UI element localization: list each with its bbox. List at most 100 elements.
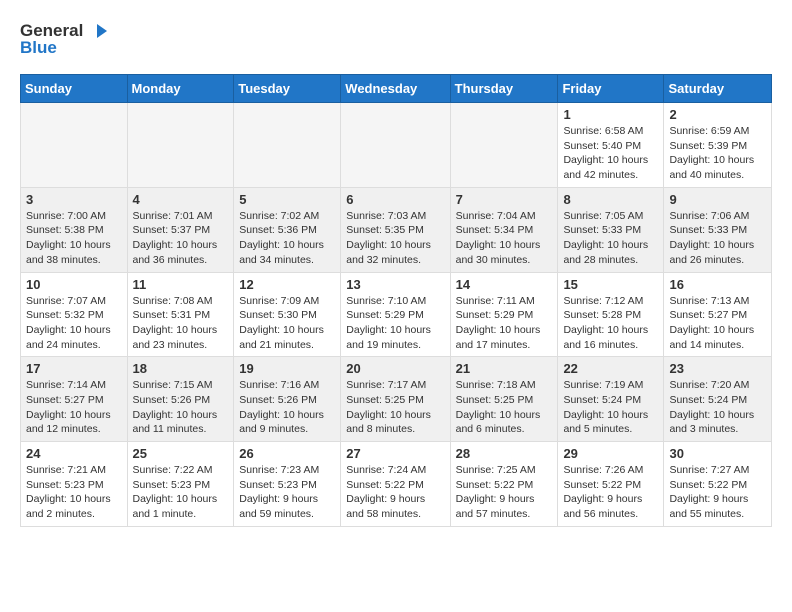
day-info: Sunrise: 7:15 AM Sunset: 5:26 PM Dayligh… — [133, 378, 229, 437]
day-info: Sunrise: 7:06 AM Sunset: 5:33 PM Dayligh… — [669, 209, 766, 268]
calendar-cell: 11Sunrise: 7:08 AM Sunset: 5:31 PM Dayli… — [127, 272, 234, 357]
day-number: 12 — [239, 277, 335, 292]
day-info: Sunrise: 7:26 AM Sunset: 5:22 PM Dayligh… — [563, 463, 658, 522]
day-number: 30 — [669, 446, 766, 461]
day-number: 8 — [563, 192, 658, 207]
calendar-cell: 12 Sunrise: 7:09 AM Sunset: 5:30 PM Dayli… — [234, 272, 341, 357]
day-info: Sunrise: 7:16 AM Sunset: 5:26 PM Dayligh… — [239, 378, 335, 437]
day-info: Sunrise: 7:22 AM Sunset: 5:23 PM Dayligh… — [133, 463, 229, 522]
day-number: 1 — [563, 107, 658, 122]
day-number: 2 — [669, 107, 766, 122]
weekday-header-friday: Friday — [558, 75, 664, 103]
day-info: Sunrise: 7:18 AM Sunset: 5:25 PM Dayligh… — [456, 378, 553, 437]
calendar-cell: 19 Sunrise: 7:16 AM Sunset: 5:26 PM Dayli… — [234, 357, 341, 442]
day-number: 27 — [346, 446, 444, 461]
calendar-cell — [450, 103, 558, 188]
calendar-cell: 26 Sunrise: 7:23 AM Sunset: 5:23 PM Dayli… — [234, 442, 341, 527]
calendar-cell: 21 Sunrise: 7:18 AM Sunset: 5:25 PM Dayli… — [450, 357, 558, 442]
day-info: Sunrise: 7:13 AM Sunset: 5:27 PM Dayligh… — [669, 294, 766, 353]
day-info: Sunrise: 7:21 AM Sunset: 5:23 PM Dayligh… — [26, 463, 122, 522]
day-number: 17 — [26, 361, 122, 376]
day-number: 6 — [346, 192, 444, 207]
calendar-header-row: SundayMondayTuesdayWednesdayThursdayFrid… — [21, 75, 772, 103]
day-info: Sunrise: 6:58 AM Sunset: 5:40 PM Dayligh… — [563, 124, 658, 183]
calendar-cell: 25 Sunrise: 7:22 AM Sunset: 5:23 PM Dayli… — [127, 442, 234, 527]
day-number: 25 — [133, 446, 229, 461]
calendar-cell: 30 Sunrise: 7:27 AM Sunset: 5:22 PM Dayli… — [664, 442, 772, 527]
calendar-cell: 5 Sunrise: 7:02 AM Sunset: 5:36 PM Daylig… — [234, 187, 341, 272]
day-number: 3 — [26, 192, 122, 207]
calendar-cell: 23 Sunrise: 7:20 AM Sunset: 5:24 PM Dayli… — [664, 357, 772, 442]
day-info: Sunrise: 7:03 AM Sunset: 5:35 PM Dayligh… — [346, 209, 444, 268]
day-number: 7 — [456, 192, 553, 207]
calendar-cell: 18 Sunrise: 7:15 AM Sunset: 5:26 PM Dayli… — [127, 357, 234, 442]
day-info: Sunrise: 7:25 AM Sunset: 5:22 PM Dayligh… — [456, 463, 553, 522]
day-number: 19 — [239, 361, 335, 376]
calendar-cell — [234, 103, 341, 188]
day-info: Sunrise: 7:12 AM Sunset: 5:28 PM Dayligh… — [563, 294, 658, 353]
calendar-cell: 29 Sunrise: 7:26 AM Sunset: 5:22 PM Dayli… — [558, 442, 664, 527]
day-number: 24 — [26, 446, 122, 461]
day-info: Sunrise: 7:19 AM Sunset: 5:24 PM Dayligh… — [563, 378, 658, 437]
day-number: 5 — [239, 192, 335, 207]
calendar-cell — [127, 103, 234, 188]
weekday-header-thursday: Thursday — [450, 75, 558, 103]
weekday-header-wednesday: Wednesday — [341, 75, 450, 103]
day-info: Sunrise: 6:59 AM Sunset: 5:39 PM Dayligh… — [669, 124, 766, 183]
calendar-cell: 4 Sunrise: 7:01 AM Sunset: 5:37 PM Daylig… — [127, 187, 234, 272]
calendar-week-row: 24 Sunrise: 7:21 AM Sunset: 5:23 PM Dayli… — [21, 442, 772, 527]
day-info: Sunrise: 7:23 AM Sunset: 5:23 PM Dayligh… — [239, 463, 335, 522]
day-number: 10 — [26, 277, 122, 292]
calendar-cell: 6 Sunrise: 7:03 AM Sunset: 5:35 PM Daylig… — [341, 187, 450, 272]
calendar-cell: 20Sunrise: 7:17 AM Sunset: 5:25 PM Dayli… — [341, 357, 450, 442]
day-number: 29 — [563, 446, 658, 461]
day-info: Sunrise: 7:11 AM Sunset: 5:29 PM Dayligh… — [456, 294, 553, 353]
weekday-header-sunday: Sunday — [21, 75, 128, 103]
day-info: Sunrise: 7:02 AM Sunset: 5:36 PM Dayligh… — [239, 209, 335, 268]
day-number: 13 — [346, 277, 444, 292]
weekday-header-saturday: Saturday — [664, 75, 772, 103]
page-header: General Blue — [20, 20, 772, 58]
day-info: Sunrise: 7:14 AM Sunset: 5:27 PM Dayligh… — [26, 378, 122, 437]
calendar-cell: 17 Sunrise: 7:14 AM Sunset: 5:27 PM Dayli… — [21, 357, 128, 442]
day-info: Sunrise: 7:07 AM Sunset: 5:32 PM Dayligh… — [26, 294, 122, 353]
day-info: Sunrise: 7:01 AM Sunset: 5:37 PM Dayligh… — [133, 209, 229, 268]
calendar-week-row: 10 Sunrise: 7:07 AM Sunset: 5:32 PM Dayli… — [21, 272, 772, 357]
logo: General Blue — [20, 20, 107, 58]
calendar-cell: 10 Sunrise: 7:07 AM Sunset: 5:32 PM Dayli… — [21, 272, 128, 357]
calendar-cell — [341, 103, 450, 188]
day-number: 14 — [456, 277, 553, 292]
day-number: 11 — [133, 277, 229, 292]
calendar-cell: 22 Sunrise: 7:19 AM Sunset: 5:24 PM Dayli… — [558, 357, 664, 442]
day-info: Sunrise: 7:24 AM Sunset: 5:22 PM Dayligh… — [346, 463, 444, 522]
day-info: Sunrise: 7:27 AM Sunset: 5:22 PM Dayligh… — [669, 463, 766, 522]
day-number: 22 — [563, 361, 658, 376]
day-info: Sunrise: 7:05 AM Sunset: 5:33 PM Dayligh… — [563, 209, 658, 268]
day-number: 9 — [669, 192, 766, 207]
day-number: 15 — [563, 277, 658, 292]
calendar-cell: 15 Sunrise: 7:12 AM Sunset: 5:28 PM Dayli… — [558, 272, 664, 357]
weekday-header-tuesday: Tuesday — [234, 75, 341, 103]
day-info: Sunrise: 7:17 AM Sunset: 5:25 PM Dayligh… — [346, 378, 444, 437]
day-number: 4 — [133, 192, 229, 207]
day-number: 23 — [669, 361, 766, 376]
day-info: Sunrise: 7:09 AM Sunset: 5:30 PM Dayligh… — [239, 294, 335, 353]
logo-bird-icon — [85, 20, 107, 42]
day-number: 16 — [669, 277, 766, 292]
calendar-cell: 2 Sunrise: 6:59 AM Sunset: 5:39 PM Daylig… — [664, 103, 772, 188]
day-info: Sunrise: 7:20 AM Sunset: 5:24 PM Dayligh… — [669, 378, 766, 437]
calendar-cell: 28Sunrise: 7:25 AM Sunset: 5:22 PM Dayli… — [450, 442, 558, 527]
calendar-cell: 3Sunrise: 7:00 AM Sunset: 5:38 PM Daylig… — [21, 187, 128, 272]
calendar-cell: 24 Sunrise: 7:21 AM Sunset: 5:23 PM Dayli… — [21, 442, 128, 527]
day-number: 21 — [456, 361, 553, 376]
logo-blue: Blue — [20, 38, 57, 58]
day-number: 26 — [239, 446, 335, 461]
day-number: 18 — [133, 361, 229, 376]
calendar-table: SundayMondayTuesdayWednesdayThursdayFrid… — [20, 74, 772, 527]
calendar-cell: 14 Sunrise: 7:11 AM Sunset: 5:29 PM Dayli… — [450, 272, 558, 357]
calendar-cell: 13Sunrise: 7:10 AM Sunset: 5:29 PM Dayli… — [341, 272, 450, 357]
weekday-header-monday: Monday — [127, 75, 234, 103]
calendar-cell: 27 Sunrise: 7:24 AM Sunset: 5:22 PM Dayli… — [341, 442, 450, 527]
calendar-cell: 9 Sunrise: 7:06 AM Sunset: 5:33 PM Daylig… — [664, 187, 772, 272]
calendar-cell: 8 Sunrise: 7:05 AM Sunset: 5:33 PM Daylig… — [558, 187, 664, 272]
